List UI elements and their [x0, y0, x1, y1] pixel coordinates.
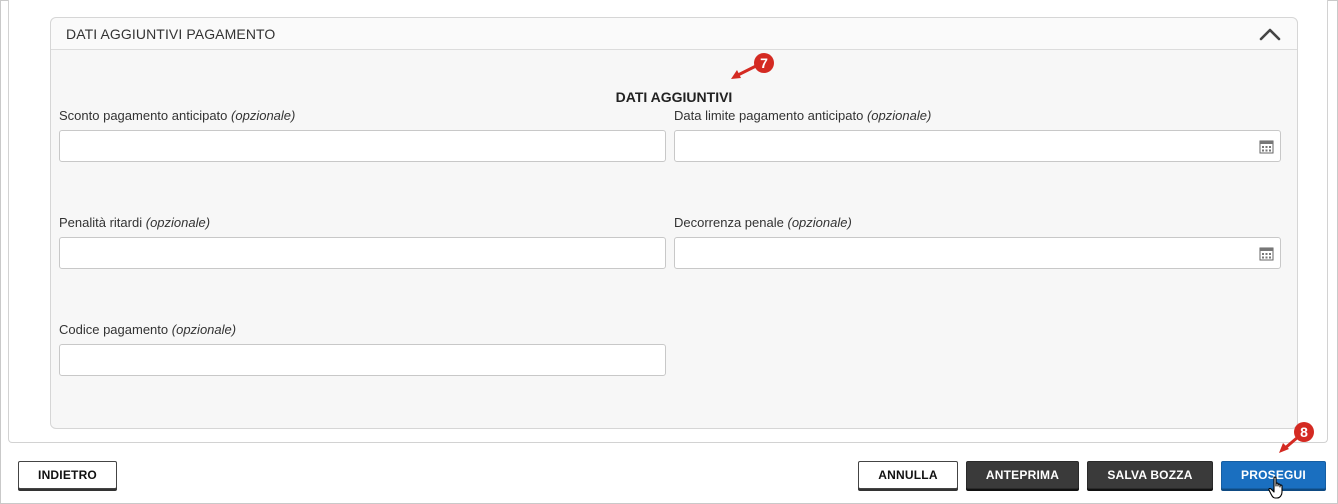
- codice-input[interactable]: [59, 344, 666, 376]
- sconto-label: Sconto pagamento anticipato (opzionale): [59, 108, 295, 123]
- calendar-icon[interactable]: [1259, 246, 1274, 261]
- panel-title: DATI AGGIUNTIVI PAGAMENTO: [66, 26, 276, 42]
- payment-extra-data-panel: DATI AGGIUNTIVI PAGAMENTO DATI AGGIUNTIV…: [50, 17, 1298, 429]
- decorrenza-label: Decorrenza penale (opzionale): [674, 215, 852, 230]
- cancel-button[interactable]: ANNULLA: [858, 461, 958, 489]
- back-button[interactable]: INDIETRO: [18, 461, 117, 489]
- decorrenza-date-input[interactable]: [674, 237, 1281, 269]
- data-limite-label-text: Data limite pagamento anticipato: [674, 108, 864, 123]
- optional-hint: (opzionale): [145, 215, 211, 230]
- section-heading: DATI AGGIUNTIVI: [615, 89, 733, 105]
- sconto-input[interactable]: [59, 130, 666, 162]
- step-7-number: 7: [760, 55, 768, 71]
- data-limite-label: Data limite pagamento anticipato (opzion…: [674, 108, 931, 123]
- sconto-label-text: Sconto pagamento anticipato: [59, 108, 228, 123]
- optional-hint: (opzionale): [171, 322, 237, 337]
- calendar-icon[interactable]: [1259, 139, 1274, 154]
- step-8-number: 8: [1300, 424, 1308, 440]
- preview-button[interactable]: ANTEPRIMA: [966, 461, 1079, 489]
- codice-label-text: Codice pagamento: [59, 322, 169, 337]
- step-8-annotation: 8: [1279, 422, 1314, 453]
- step-7-annotation: 7: [731, 53, 774, 79]
- penalita-label-text: Penalità ritardi: [59, 215, 143, 230]
- chevron-up-icon[interactable]: [1259, 27, 1281, 41]
- panel-header[interactable]: DATI AGGIUNTIVI PAGAMENTO: [51, 18, 1297, 50]
- data-limite-date-input[interactable]: [674, 130, 1281, 162]
- form-card: DATI AGGIUNTIVI PAGAMENTO DATI AGGIUNTIV…: [8, 0, 1328, 443]
- penalita-label: Penalità ritardi (opzionale): [59, 215, 210, 230]
- decorrenza-label-text: Decorrenza penale: [674, 215, 784, 230]
- optional-hint: (opzionale): [866, 108, 932, 123]
- save-draft-button[interactable]: SALVA BOZZA: [1087, 461, 1213, 489]
- optional-hint: (opzionale): [231, 108, 296, 123]
- optional-hint: (opzionale): [787, 215, 852, 230]
- codice-label: Codice pagamento (opzionale): [59, 322, 236, 337]
- penalita-input[interactable]: [59, 237, 666, 269]
- hand-cursor-icon: [1268, 476, 1283, 499]
